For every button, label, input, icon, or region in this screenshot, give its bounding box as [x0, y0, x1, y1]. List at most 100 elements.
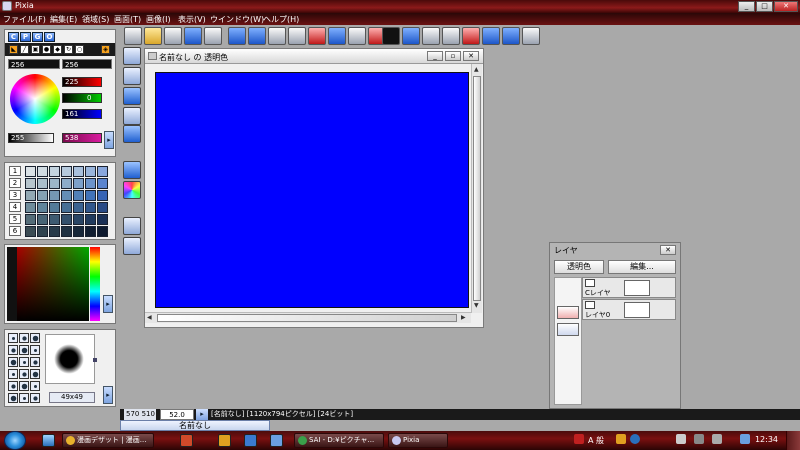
- mode-p-button[interactable]: P: [20, 32, 31, 42]
- mode-g-button[interactable]: G: [32, 32, 43, 42]
- taskbar-item-manga[interactable]: 漫画デザット | 漫画...: [62, 433, 154, 448]
- color-swatch[interactable]: [85, 166, 96, 177]
- color-swatch[interactable]: [25, 190, 36, 201]
- brush-shape-icon[interactable]: [30, 393, 40, 403]
- color-swatch[interactable]: [61, 178, 72, 189]
- minimize-button[interactable]: _: [738, 1, 755, 12]
- pen-icon[interactable]: [308, 27, 326, 45]
- open-folder-icon[interactable]: [144, 27, 162, 45]
- copy-icon[interactable]: [268, 27, 286, 45]
- brush-shape-icon[interactable]: [30, 381, 40, 391]
- help-icon[interactable]: [630, 434, 640, 444]
- layer-visibility-icon[interactable]: [585, 301, 595, 309]
- tray-icon[interactable]: [740, 434, 750, 444]
- pencil-tool-icon[interactable]: [123, 67, 141, 85]
- eraser-tool-icon[interactable]: [123, 217, 141, 235]
- color-swatch[interactable]: [97, 226, 108, 237]
- swatch-row-1[interactable]: 1: [9, 166, 21, 176]
- scroll-up-icon[interactable]: ▲: [474, 66, 479, 73]
- sphere-icon[interactable]: [348, 27, 366, 45]
- brush-shape-icon[interactable]: [30, 357, 40, 367]
- document-close-button[interactable]: ✕: [463, 51, 479, 61]
- show-desktop-button[interactable]: [786, 431, 800, 450]
- color-swatch[interactable]: [97, 202, 108, 213]
- color-swatch[interactable]: [25, 214, 36, 225]
- brush-shape-icon[interactable]: [8, 369, 18, 379]
- brush-shape-icon[interactable]: [19, 393, 29, 403]
- lasso-tool-icon[interactable]: [123, 107, 141, 125]
- scroll-down-icon[interactable]: ▼: [474, 302, 479, 309]
- menu-edit[interactable]: 編集(E): [50, 14, 77, 25]
- close-button[interactable]: ✕: [774, 1, 798, 12]
- color-swatch[interactable]: [61, 190, 72, 201]
- swatch-row-3[interactable]: 3: [9, 190, 21, 200]
- scroll-right-icon[interactable]: ▶: [461, 314, 466, 321]
- zoom-arrow-icon[interactable]: ▸: [196, 409, 208, 420]
- horizontal-scrollbar[interactable]: ◀ ▶: [145, 312, 471, 323]
- brush-shape-icon[interactable]: [8, 357, 18, 367]
- menu-region[interactable]: 領域(S): [82, 14, 109, 25]
- new-file-icon[interactable]: [124, 27, 142, 45]
- color-swatch[interactable]: [37, 202, 48, 213]
- color-swatch[interactable]: [73, 178, 84, 189]
- app-icon[interactable]: [180, 434, 193, 447]
- pattern-tool-icon[interactable]: ◈: [101, 45, 110, 54]
- color-swatch[interactable]: [73, 226, 84, 237]
- color-swatch[interactable]: [25, 166, 36, 177]
- taskbar-item-sai[interactable]: SAI - D:¥ピクチャ...: [294, 433, 384, 448]
- app-icon[interactable]: [270, 434, 283, 447]
- gradient-field[interactable]: [17, 247, 89, 321]
- brush-shape-icon[interactable]: [19, 381, 29, 391]
- document-minimize-button[interactable]: _: [427, 51, 443, 61]
- pencil-icon[interactable]: [482, 27, 500, 45]
- color-swatch[interactable]: [85, 226, 96, 237]
- paste-icon[interactable]: [288, 27, 306, 45]
- color-swatch[interactable]: [73, 202, 84, 213]
- transform-tool-icon[interactable]: [123, 161, 141, 179]
- document-restore-button[interactable]: ▫: [445, 51, 461, 61]
- color-swatch[interactable]: [85, 178, 96, 189]
- color-swatch[interactable]: [49, 202, 60, 213]
- horizontal-scroll-thumb[interactable]: [157, 314, 457, 322]
- color-swatch[interactable]: [25, 178, 36, 189]
- layer-stack-icon[interactable]: [557, 323, 579, 336]
- fill-tool-icon[interactable]: ◣: [9, 45, 18, 54]
- filter-icon[interactable]: [422, 27, 440, 45]
- color-swatch[interactable]: [85, 202, 96, 213]
- drawing-canvas[interactable]: [155, 72, 469, 308]
- pixia-app-icon[interactable]: [2, 1, 12, 11]
- canvas-icon[interactable]: [442, 27, 460, 45]
- menu-help[interactable]: ヘルプ(H): [263, 14, 299, 25]
- scroll-left-icon[interactable]: ◀: [147, 314, 152, 321]
- select-tool-icon[interactable]: [123, 87, 141, 105]
- brush-shape-icon[interactable]: [8, 345, 18, 355]
- swatch-row-4[interactable]: 4: [9, 202, 21, 212]
- circle-tool-icon[interactable]: ○: [75, 45, 84, 54]
- ime-mode[interactable]: A 般: [588, 435, 604, 446]
- pen-tool-icon[interactable]: [123, 47, 141, 65]
- document-tab[interactable]: 名前なし: [120, 420, 270, 431]
- color-wheel[interactable]: [10, 74, 60, 124]
- color-swatch[interactable]: [49, 214, 60, 225]
- color-swatch[interactable]: [97, 178, 108, 189]
- color-swatch[interactable]: [37, 226, 48, 237]
- brush-shape-icon[interactable]: [8, 333, 18, 343]
- clock[interactable]: 12:34: [755, 435, 778, 444]
- color-swatch[interactable]: [25, 226, 36, 237]
- color-swatch[interactable]: [61, 214, 72, 225]
- settings-icon[interactable]: [522, 27, 540, 45]
- maximize-button[interactable]: □: [756, 1, 773, 12]
- brush-shape-icon[interactable]: [19, 369, 29, 379]
- mode-c-button[interactable]: C: [8, 32, 19, 42]
- swatch-row-2[interactable]: 2: [9, 178, 21, 188]
- start-button[interactable]: [4, 431, 26, 450]
- menu-view[interactable]: 表示(V): [178, 14, 206, 25]
- mode-o-button[interactable]: O: [44, 32, 55, 42]
- color-swatch[interactable]: [97, 166, 108, 177]
- brush-shape-icon[interactable]: [8, 381, 18, 391]
- color-swatch[interactable]: [61, 226, 72, 237]
- picture-icon[interactable]: [402, 27, 420, 45]
- color-swatch[interactable]: [49, 166, 60, 177]
- color-swatch[interactable]: [97, 190, 108, 201]
- gradient-arrow-icon[interactable]: ▸: [103, 295, 113, 313]
